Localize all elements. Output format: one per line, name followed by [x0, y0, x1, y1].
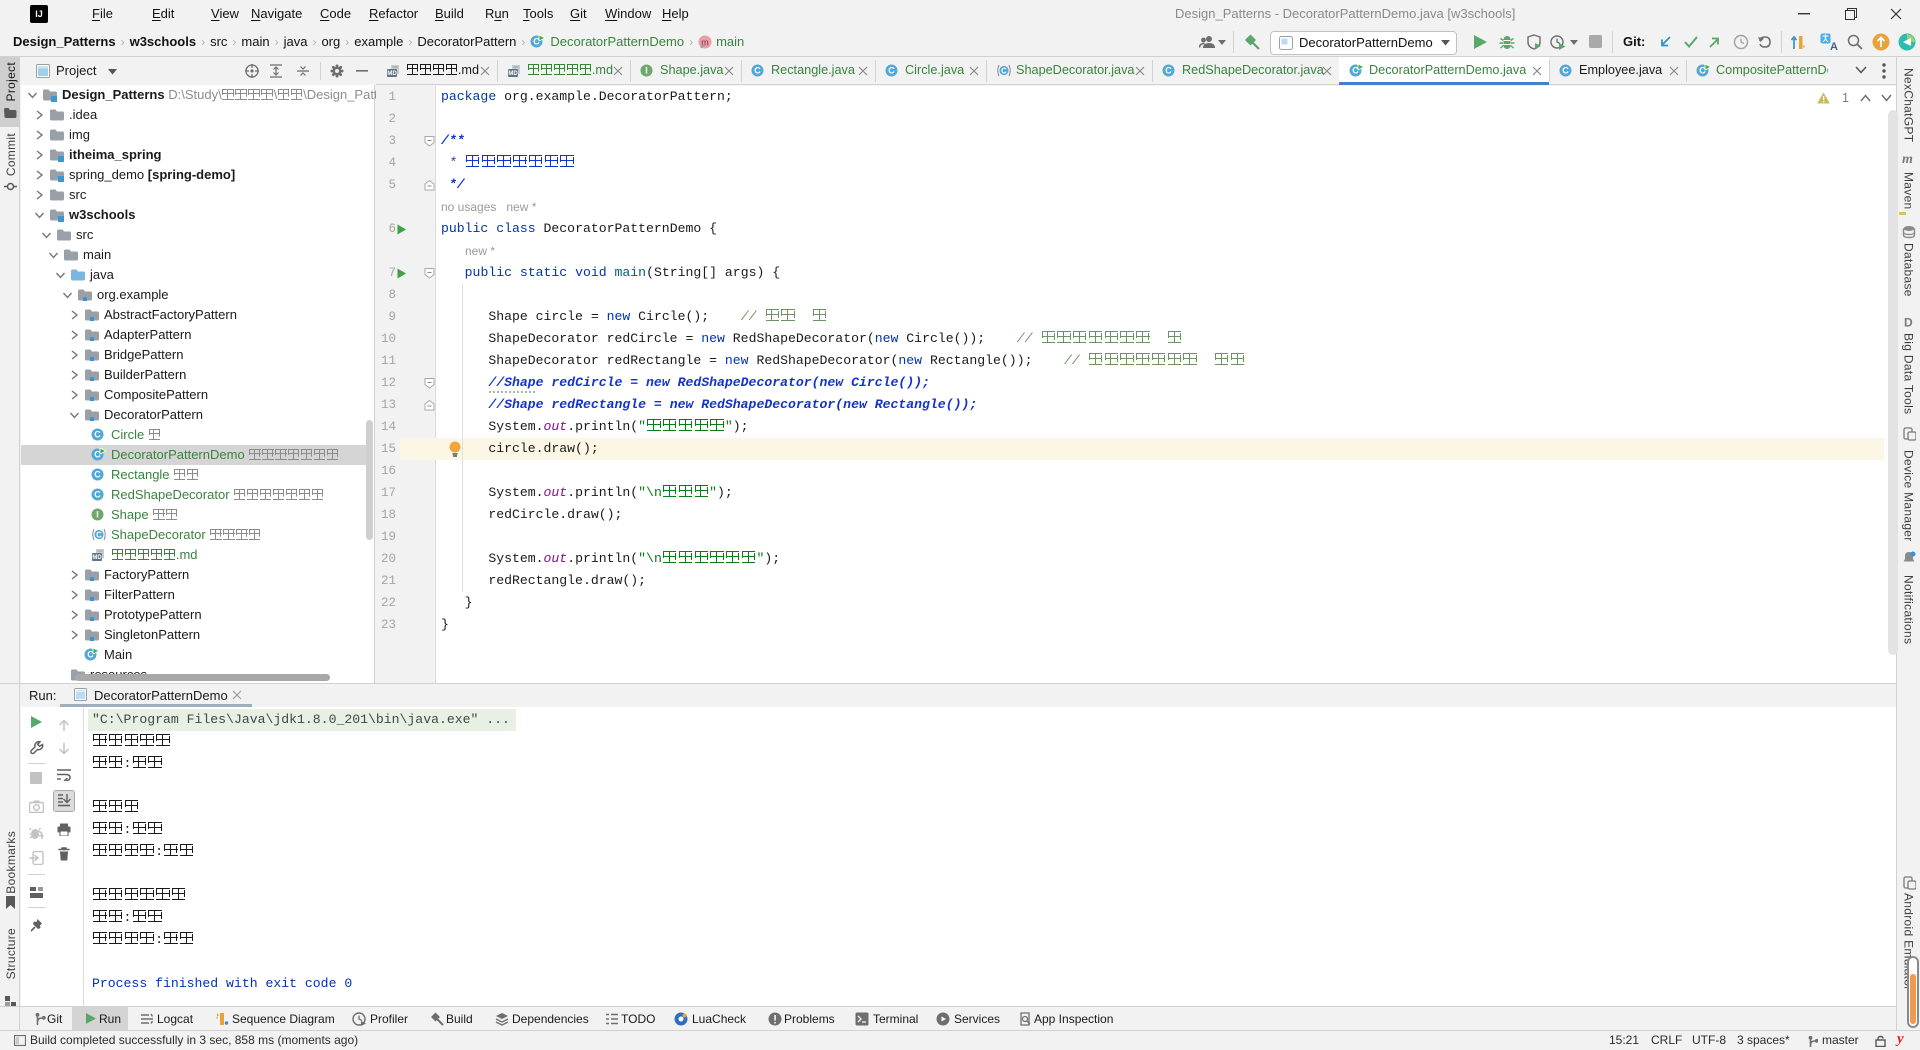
svg-text:I: I	[96, 510, 99, 520]
svg-text:C: C	[888, 66, 895, 76]
svg-text:A: A	[1830, 41, 1838, 51]
svg-text:MD: MD	[508, 71, 518, 77]
svg-text:C: C	[94, 470, 101, 480]
svg-text:C: C	[1165, 66, 1172, 76]
svg-text:C: C	[94, 490, 101, 500]
svg-text:C: C	[94, 430, 101, 440]
svg-text:C: C	[1562, 66, 1569, 76]
svg-text:MD: MD	[92, 555, 102, 561]
svg-text:C: C	[1001, 66, 1007, 75]
svg-text:C: C	[754, 66, 761, 76]
svg-text:m: m	[1902, 152, 1913, 165]
svg-text:MD: MD	[387, 71, 397, 77]
svg-text:C: C	[96, 530, 102, 539]
svg-text:I: I	[645, 66, 648, 76]
svg-text:D: D	[1904, 316, 1913, 330]
